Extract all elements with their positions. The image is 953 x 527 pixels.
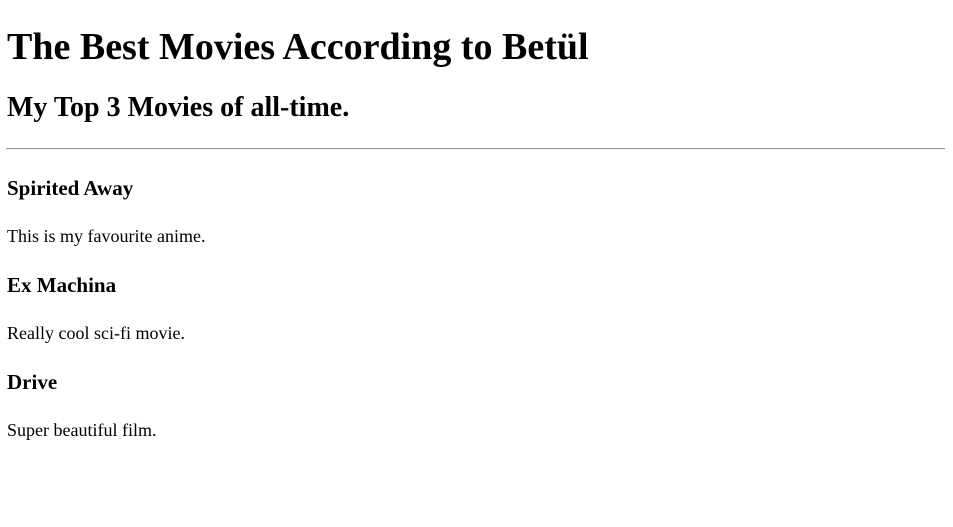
movie-description: Super beautiful film. (7, 420, 157, 440)
page-title: The Best Movies According to Betül (7, 26, 589, 68)
movie-list: Spirited Away This is my favourite anime… (7, 176, 945, 441)
movie-title: Spirited Away (7, 176, 134, 200)
movie-description: This is my favourite anime. (7, 226, 206, 246)
movie-description: Really cool sci-fi movie. (7, 323, 185, 343)
movie-item-ex-machina: Ex Machina Really cool sci-fi movie. (7, 273, 945, 344)
page-subtitle: My Top 3 Movies of all-time. (7, 92, 350, 123)
movie-item-drive: Drive Super beautiful film. (7, 370, 945, 441)
divider (6, 148, 945, 150)
movie-title: Ex Machina (7, 273, 117, 297)
movie-item-spirited-away: Spirited Away This is my favourite anime… (7, 176, 945, 247)
movie-title: Drive (7, 370, 58, 394)
